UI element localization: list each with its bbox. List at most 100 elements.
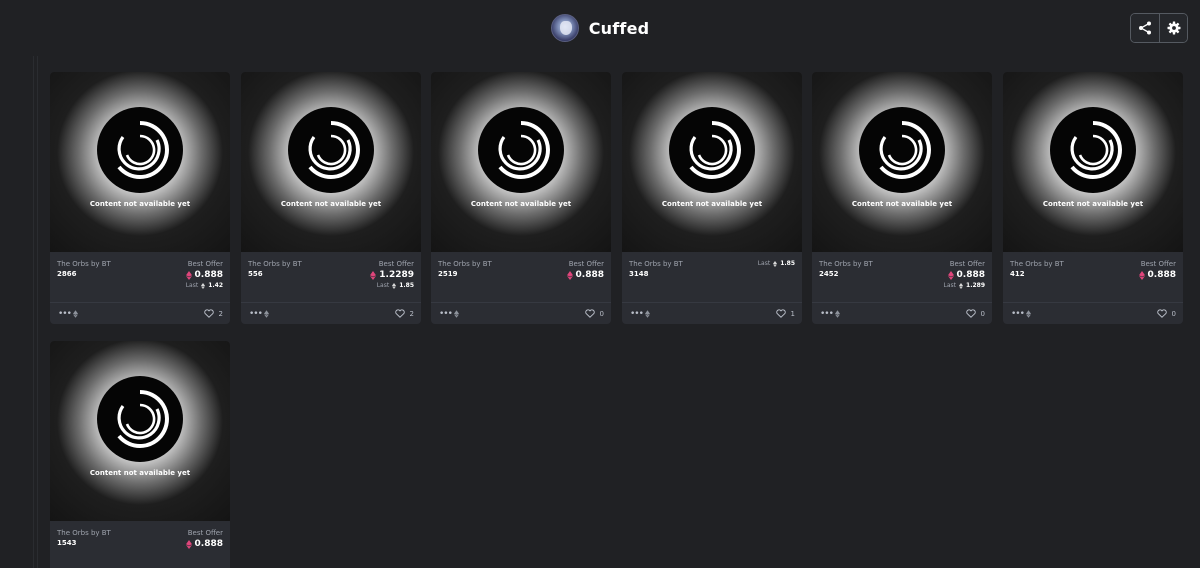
- best-offer-amount: 0.888: [194, 270, 223, 280]
- nft-artwork[interactable]: Content not available yet: [1003, 72, 1183, 252]
- heart-icon: [203, 309, 214, 318]
- nft-grid: Content not available yet The Orbs by BT…: [0, 0, 1200, 568]
- nft-card[interactable]: Content not available yet The Orbs by BT…: [622, 72, 802, 324]
- nft-artwork[interactable]: Content not available yet: [431, 72, 611, 252]
- token-id[interactable]: 412: [1010, 270, 1025, 278]
- heart-icon: [394, 309, 405, 318]
- best-offer-amount: 0.888: [575, 270, 604, 280]
- nft-card[interactable]: Content not available yet The Orbs by BT…: [50, 341, 230, 568]
- nft-artwork[interactable]: Content not available yet: [50, 341, 230, 521]
- more-dots-icon[interactable]: •••: [58, 309, 72, 319]
- card-info: The Orbs by BT 412 Best Offer 0.888: [1003, 252, 1183, 302]
- token-id[interactable]: 2866: [57, 270, 76, 278]
- best-offer-amount: 0.888: [194, 539, 223, 549]
- card-footer: ••• 1: [622, 302, 802, 324]
- eth-icon: [370, 270, 377, 280]
- heart-icon: [775, 309, 786, 318]
- card-info: The Orbs by BT 2866 Best Offer 0.888 Las…: [50, 252, 230, 302]
- placeholder-caption: Content not available yet: [89, 200, 191, 208]
- best-offer-value: 0.888: [185, 270, 223, 280]
- nft-artwork[interactable]: Content not available yet: [241, 72, 421, 252]
- token-id[interactable]: 1543: [57, 539, 76, 547]
- orb-rings-icon: [117, 390, 169, 448]
- nft-card[interactable]: Content not available yet The Orbs by BT…: [431, 72, 611, 324]
- best-offer-value: 0.888: [185, 539, 223, 549]
- placeholder-caption: Content not available yet: [1042, 200, 1144, 208]
- more-dots-icon[interactable]: •••: [630, 309, 644, 319]
- best-offer-label: Best Offer: [187, 260, 223, 268]
- orb-logo-icon: [859, 107, 945, 193]
- more-dots-icon[interactable]: •••: [1011, 309, 1025, 319]
- last-amount: 1.85: [780, 260, 795, 267]
- card-footer: ••• 0: [812, 302, 992, 324]
- last-label: Last: [943, 282, 957, 289]
- heart-icon: [965, 309, 976, 318]
- more-dots-icon[interactable]: •••: [249, 309, 263, 319]
- more-dots-icon[interactable]: •••: [439, 309, 453, 319]
- eth-icon: [201, 282, 206, 289]
- best-offer-label: Best Offer: [378, 260, 414, 268]
- eth-icon: [1138, 270, 1145, 280]
- eth-icon: [392, 282, 397, 289]
- last-amount: 1.289: [966, 282, 985, 289]
- nft-card[interactable]: Content not available yet The Orbs by BT…: [1003, 72, 1183, 324]
- best-offer-amount: 1.2289: [379, 270, 414, 280]
- like-button[interactable]: 0: [1156, 309, 1176, 318]
- eth-icon: [835, 310, 840, 318]
- collection-name[interactable]: The Orbs by BT: [438, 260, 492, 268]
- last-sale: Last 1.85: [758, 260, 795, 267]
- like-button[interactable]: 1: [775, 309, 795, 318]
- eth-icon: [185, 270, 192, 280]
- card-info: The Orbs by BT 3148 Last 1.85: [622, 252, 802, 302]
- eth-icon: [645, 310, 650, 318]
- collection-name[interactable]: The Orbs by BT: [819, 260, 873, 268]
- best-offer-label: Best Offer: [187, 529, 223, 537]
- orb-logo-icon: [97, 107, 183, 193]
- heart-icon: [584, 309, 595, 318]
- like-count: 2: [218, 309, 223, 318]
- eth-icon: [73, 310, 78, 318]
- like-button[interactable]: 2: [394, 309, 414, 318]
- eth-icon: [959, 282, 964, 289]
- collection-name[interactable]: The Orbs by BT: [57, 260, 111, 268]
- best-offer-amount: 0.888: [1147, 270, 1176, 280]
- nft-card[interactable]: Content not available yet The Orbs by BT…: [50, 72, 230, 324]
- token-id[interactable]: 556: [248, 270, 263, 278]
- nft-artwork[interactable]: Content not available yet: [50, 72, 230, 252]
- card-info: The Orbs by BT 1543 Best Offer 0.888: [50, 521, 230, 568]
- placeholder-caption: Content not available yet: [89, 469, 191, 477]
- last-sale: Last 1.42: [186, 282, 223, 289]
- last-label: Last: [376, 282, 390, 289]
- collection-name[interactable]: The Orbs by BT: [57, 529, 111, 537]
- collection-name[interactable]: The Orbs by BT: [248, 260, 302, 268]
- more-dots-icon[interactable]: •••: [820, 309, 834, 319]
- like-button[interactable]: 2: [203, 309, 223, 318]
- collection-name[interactable]: The Orbs by BT: [629, 260, 683, 268]
- last-amount: 1.42: [208, 282, 223, 289]
- eth-icon: [566, 270, 573, 280]
- token-id[interactable]: 2519: [438, 270, 457, 278]
- like-count: 0: [599, 309, 604, 318]
- eth-icon: [264, 310, 269, 318]
- card-footer: ••• 2: [241, 302, 421, 324]
- best-offer-value: 0.888: [947, 270, 985, 280]
- eth-icon: [454, 310, 459, 318]
- like-button[interactable]: 0: [584, 309, 604, 318]
- token-id[interactable]: 3148: [629, 270, 648, 278]
- heart-icon: [1156, 309, 1167, 318]
- last-amount: 1.85: [399, 282, 414, 289]
- placeholder-caption: Content not available yet: [280, 200, 382, 208]
- nft-artwork[interactable]: Content not available yet: [812, 72, 992, 252]
- like-button[interactable]: 0: [965, 309, 985, 318]
- collection-name[interactable]: The Orbs by BT: [1010, 260, 1064, 268]
- nft-card[interactable]: Content not available yet The Orbs by BT…: [241, 72, 421, 324]
- nft-card[interactable]: Content not available yet The Orbs by BT…: [812, 72, 992, 324]
- eth-icon: [1026, 310, 1031, 318]
- token-id[interactable]: 2452: [819, 270, 838, 278]
- nft-artwork[interactable]: Content not available yet: [622, 72, 802, 252]
- best-offer-amount: 0.888: [956, 270, 985, 280]
- orb-logo-icon: [288, 107, 374, 193]
- last-sale: Last 1.289: [944, 282, 985, 289]
- best-offer-label: Best Offer: [1140, 260, 1176, 268]
- eth-icon: [773, 260, 778, 267]
